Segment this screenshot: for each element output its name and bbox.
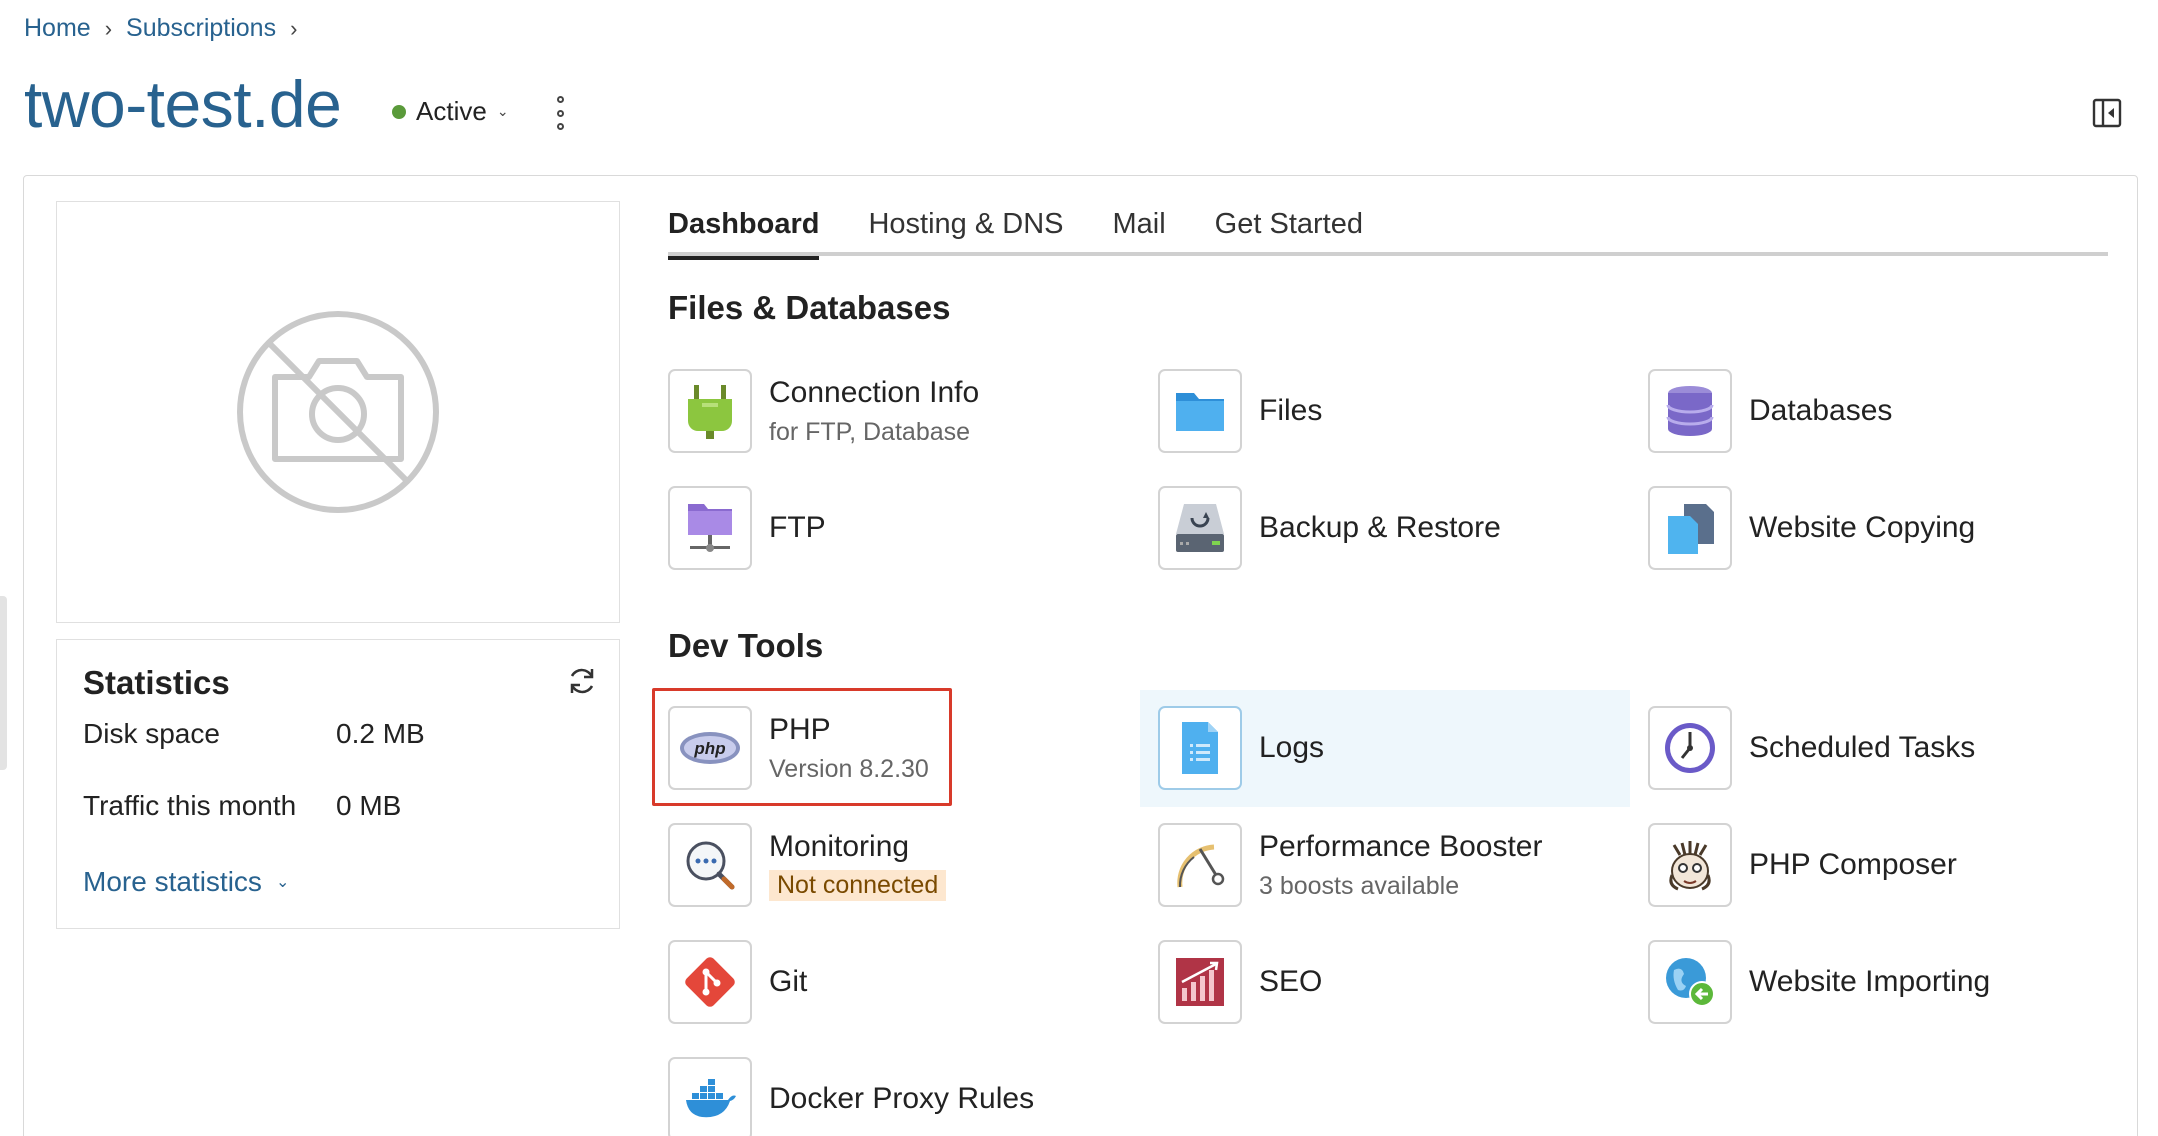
disk-space-value: 0.2 MB — [336, 718, 425, 749]
collapse-panel-button[interactable] — [2092, 98, 2122, 128]
tool-databases[interactable]: Databases — [1648, 356, 2118, 466]
tool-website-copying[interactable]: Website Copying — [1648, 473, 2118, 583]
seo-chart-icon — [1158, 940, 1242, 1024]
refresh-icon[interactable] — [565, 664, 599, 698]
globe-import-icon — [1648, 940, 1732, 1024]
copy-pages-icon — [1648, 486, 1732, 570]
section-dev-tools: Dev Tools — [668, 627, 824, 664]
statistics-title: Statistics — [83, 664, 230, 701]
breadcrumb-home[interactable]: Home — [24, 14, 91, 43]
disk-space-label: Disk space — [83, 718, 220, 749]
chevron-down-icon: ⌄ — [496, 103, 509, 119]
tool-files-name: Files — [1259, 394, 1323, 427]
chevron-down-icon: ⌄ — [275, 874, 290, 891]
tool-performance-booster-sub: 3 boosts available — [1259, 871, 1460, 900]
side-panel-handle[interactable] — [0, 596, 7, 770]
magnifier-icon — [668, 823, 752, 907]
plug-icon — [668, 369, 752, 453]
tool-files[interactable]: Files — [1158, 356, 1628, 466]
ftp-folder-icon — [668, 486, 752, 570]
log-file-icon — [1158, 706, 1242, 790]
traffic-value: 0 MB — [336, 790, 402, 821]
status-dot-icon — [392, 104, 406, 119]
folder-icon — [1158, 369, 1242, 453]
composer-icon — [1648, 823, 1732, 907]
tool-connection-info[interactable]: Connection Info for FTP, Database — [668, 356, 1138, 466]
tab-hosting-dns[interactable]: Hosting & DNS — [868, 208, 1063, 256]
database-icon — [1648, 369, 1732, 453]
section-files-databases: Files & Databases — [668, 289, 951, 326]
gauge-icon — [1158, 823, 1242, 907]
status-label: Active — [416, 96, 487, 126]
more-statistics-label: More statistics — [83, 866, 262, 897]
tool-performance-booster-name: Performance Booster — [1259, 829, 1543, 863]
tool-scheduled-tasks-name: Scheduled Tasks — [1749, 731, 1976, 764]
tool-git-name: Git — [769, 965, 808, 998]
page-title: two-test.de — [24, 67, 342, 141]
statistics-panel: Statistics Disk space 0.2 MB Traffic thi… — [56, 639, 620, 929]
more-actions-button[interactable] — [550, 96, 570, 130]
backup-drive-icon — [1158, 486, 1242, 570]
tool-git[interactable]: Git — [668, 927, 1138, 1037]
tool-connection-info-name: Connection Info — [769, 375, 980, 409]
tool-backup-restore[interactable]: Backup & Restore — [1158, 473, 1628, 583]
tool-logs-name: Logs — [1259, 731, 1325, 764]
tool-connection-info-sub: for FTP, Database — [769, 417, 971, 446]
chevron-right-icon: › — [104, 15, 113, 41]
tool-docker-proxy-rules[interactable]: Docker Proxy Rules — [668, 1044, 1138, 1136]
site-preview — [56, 201, 620, 623]
tool-php-composer-name: PHP Composer — [1749, 848, 1957, 881]
kebab-dot-icon — [556, 96, 564, 103]
more-statistics-link[interactable]: More statistics ⌄ — [83, 866, 289, 898]
tool-seo-name: SEO — [1259, 965, 1323, 998]
clock-icon — [1648, 706, 1732, 790]
kebab-dot-icon — [556, 123, 564, 130]
tool-website-copying-name: Website Copying — [1749, 511, 1976, 544]
tool-seo[interactable]: SEO — [1158, 927, 1628, 1037]
tool-backup-restore-name: Backup & Restore — [1259, 511, 1501, 544]
tool-website-importing[interactable]: Website Importing — [1648, 927, 2118, 1037]
status-badge: Not connected — [769, 869, 947, 901]
tab-dashboard[interactable]: Dashboard — [668, 208, 820, 260]
tab-bar: Dashboard Hosting & DNS Mail Get Started — [668, 208, 2108, 260]
breadcrumb: Home › Subscriptions › — [24, 14, 311, 43]
tool-php-composer[interactable]: PHP Composer — [1648, 810, 2118, 920]
breadcrumb-subscriptions[interactable]: Subscriptions — [126, 14, 276, 43]
git-icon — [668, 940, 752, 1024]
traffic-row: Traffic this month 0 MB — [83, 790, 401, 822]
no-image-icon — [237, 311, 439, 513]
tool-monitoring[interactable]: Monitoring Not connected — [668, 810, 1138, 920]
tab-get-started[interactable]: Get Started — [1215, 208, 1363, 256]
kebab-dot-icon — [556, 109, 564, 117]
status-dropdown[interactable]: Active ⌄ — [392, 96, 509, 127]
tool-databases-name: Databases — [1749, 394, 1893, 427]
docker-icon — [668, 1057, 752, 1136]
tool-scheduled-tasks[interactable]: Scheduled Tasks — [1648, 693, 2118, 803]
chevron-right-icon: › — [290, 15, 298, 41]
tool-docker-proxy-rules-name: Docker Proxy Rules — [769, 1082, 1035, 1115]
tool-website-importing-name: Website Importing — [1749, 965, 1991, 998]
tool-logs[interactable]: Logs — [1158, 693, 1628, 803]
tool-ftp[interactable]: FTP — [668, 473, 1138, 583]
disk-space-row: Disk space 0.2 MB — [83, 718, 425, 750]
tab-mail[interactable]: Mail — [1113, 208, 1166, 256]
tool-monitoring-name: Monitoring — [769, 829, 910, 863]
tool-ftp-name: FTP — [769, 511, 826, 544]
traffic-label: Traffic this month — [83, 790, 297, 821]
php-selection-outline — [652, 688, 952, 806]
tool-performance-booster[interactable]: Performance Booster 3 boosts available — [1158, 810, 1628, 920]
